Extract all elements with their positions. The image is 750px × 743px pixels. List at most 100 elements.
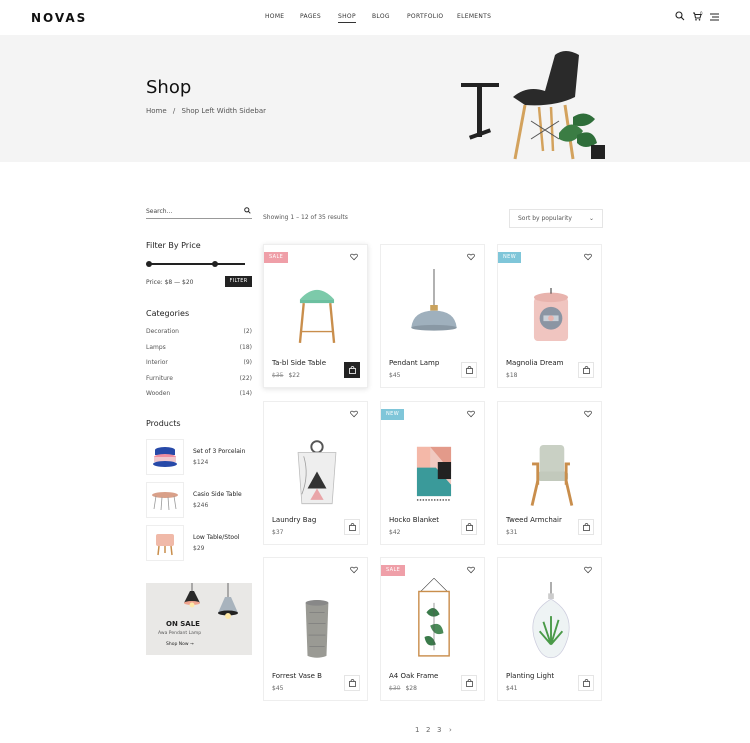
bag-icon [583,366,590,374]
product-thumb[interactable] [146,482,184,518]
nav-blog[interactable]: BLOG [372,13,390,20]
search-icon[interactable] [244,207,251,214]
product-image[interactable] [398,259,470,351]
cart-count: 0 [700,11,703,16]
product-name[interactable]: Ta-bl Side Table [272,359,326,367]
sidebar-product[interactable]: Set of 3 Porcelain $124 [146,439,252,475]
search-icon[interactable] [675,11,685,21]
product-image[interactable] [398,572,470,664]
add-to-cart-button[interactable] [578,519,594,535]
product-card[interactable]: SALE Ta-bl Side Table $35 $22 [263,244,368,388]
add-to-cart-button[interactable] [461,675,477,691]
slider-handle-max[interactable] [212,261,218,267]
product-card[interactable]: Pendant Lamp $45 [380,244,485,388]
sidebar-product[interactable]: Casio Side Table $246 [146,482,252,518]
product-card[interactable]: Laundry Bag $37 [263,401,368,545]
next-page-button[interactable]: › [449,726,452,734]
category-name[interactable]: Lamps [146,344,166,351]
breadcrumb-home[interactable]: Home [146,107,167,115]
current-price: $41 [506,685,518,692]
page-banner: Shop Home / Shop Left Width Sidebar [0,35,750,162]
page-2[interactable]: 2 [426,726,430,734]
product-price: $45 [272,685,283,692]
product-name[interactable]: Planting Light [506,672,554,680]
category-item[interactable]: Interior (9) [146,359,252,366]
filter-button[interactable]: FILTER [225,276,252,287]
product-image[interactable] [281,572,353,664]
product-image[interactable] [515,259,587,351]
site-header: NOVAS HOME PAGES SHOP BLOG PORTFOLIO ELE… [0,0,750,35]
product-image[interactable] [398,416,470,508]
category-name[interactable]: Interior [146,359,168,366]
price-slider[interactable] [146,261,245,267]
product-thumb[interactable] [146,439,184,475]
add-to-cart-button[interactable] [344,519,360,535]
add-to-cart-button[interactable] [344,675,360,691]
bag-icon [583,679,590,687]
category-count: (18) [239,344,252,351]
promo-banner[interactable]: ON SALE Awa Pendant Lamp Shop Now → [146,583,252,655]
category-count: (22) [239,375,252,382]
add-to-cart-button[interactable] [461,362,477,378]
product-image[interactable] [515,416,587,508]
product-image[interactable] [515,572,587,664]
nav-pages[interactable]: PAGES [300,13,321,20]
product-card[interactable]: Tweed Armchair $31 [497,401,602,545]
product-card[interactable]: Planting Light $41 [497,557,602,701]
product-name[interactable]: Set of 3 Porcelain [193,448,245,455]
product-price: $31 [506,529,517,536]
sidebar-product[interactable]: Low Table/Stool $29 [146,525,252,561]
product-name[interactable]: Tweed Armchair [506,516,562,524]
page-1[interactable]: 1 [415,726,419,734]
product-image[interactable] [281,416,353,508]
category-name[interactable]: Wooden [146,390,170,397]
product-card[interactable]: Forrest Vase B $45 [263,557,368,701]
add-to-cart-button[interactable] [344,362,360,378]
category-item[interactable]: Furniture (22) [146,375,252,382]
bag-icon [349,366,356,374]
nav-home[interactable]: HOME [265,13,284,20]
category-name[interactable]: Furniture [146,375,173,382]
product-name[interactable]: Magnolia Dream [506,359,563,367]
product-name[interactable]: Pendant Lamp [389,359,439,367]
product-name[interactable]: Hocko Blanket [389,516,439,524]
nav-shop[interactable]: SHOP [338,13,356,23]
product-thumb[interactable] [146,525,184,561]
category-item[interactable]: Decoration (2) [146,328,252,335]
menu-icon[interactable] [710,13,719,21]
product-price: $37 [272,529,283,536]
pendant-lamp-image [184,583,238,619]
sort-value: Sort by popularity [518,215,572,222]
add-to-cart-button[interactable] [578,362,594,378]
add-to-cart-button[interactable] [578,675,594,691]
product-name[interactable]: Low Table/Stool [193,534,239,541]
logo[interactable]: NOVAS [31,11,87,25]
nav-elements[interactable]: ELEMENTS [457,13,491,20]
sort-select[interactable]: Sort by popularity ⌄ [509,209,603,228]
current-price: $45 [389,372,401,379]
product-card[interactable]: SALE A4 Oak Frame $30 $28 [380,557,485,701]
product-price: $41 [506,685,517,692]
promo-subtitle: Awa Pendant Lamp [158,631,202,636]
add-to-cart-button[interactable] [461,519,477,535]
category-name[interactable]: Decoration [146,328,179,335]
product-card[interactable]: NEW Magnolia Dream $18 [497,244,602,388]
category-item[interactable]: Lamps (18) [146,344,252,351]
current-price: $45 [272,685,284,692]
promo-link[interactable]: Shop Now → [166,642,194,647]
search-input[interactable]: Search... [146,208,172,215]
product-name[interactable]: Forrest Vase B [272,672,322,680]
price-range: Price: $8 — $20 [146,279,194,286]
category-item[interactable]: Wooden (14) [146,390,252,397]
product-card[interactable]: NEW Hocko Blanket $42 [380,401,485,545]
slider-handle-min[interactable] [146,261,152,267]
product-name[interactable]: A4 Oak Frame [389,672,438,680]
page-3[interactable]: 3 [437,726,441,734]
product-name[interactable]: Casio Side Table [193,491,242,498]
product-image[interactable] [281,259,353,351]
nav-portfolio[interactable]: PORTFOLIO [407,13,443,20]
breadcrumb-separator: / [172,107,176,115]
sidebar-search[interactable]: Search... [146,205,252,219]
current-price: $18 [506,372,518,379]
product-name[interactable]: Laundry Bag [272,516,316,524]
